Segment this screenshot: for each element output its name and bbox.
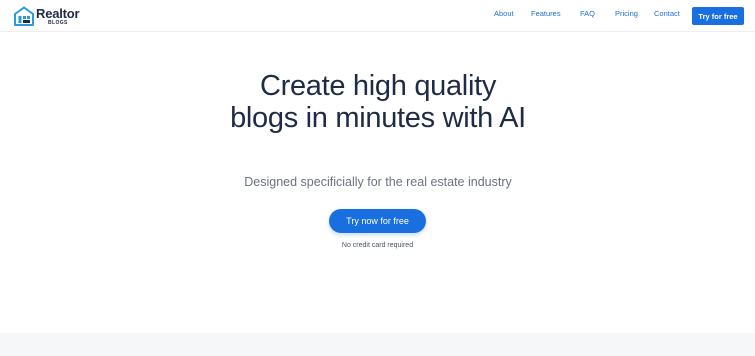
brand-subname: BLOGS: [48, 19, 68, 26]
brand-wordmark: Realtor BLOGS: [36, 5, 80, 26]
try-for-free-button[interactable]: Try for free: [692, 7, 744, 25]
next-section-strip: [0, 333, 755, 356]
try-now-for-free-button[interactable]: Try now for free: [329, 209, 426, 233]
nav-link-faq[interactable]: FAQ: [580, 9, 595, 18]
house-logo-icon: [14, 6, 34, 26]
hero-title: Create high quality blogs in minutes wit…: [230, 70, 526, 134]
nav-link-contact[interactable]: Contact: [654, 9, 680, 18]
no-credit-card-note: No credit card required: [341, 242, 414, 249]
brand-name: Realtor: [36, 5, 80, 21]
hero-subtitle: Designed specificially for the real esta…: [244, 175, 512, 189]
nav-link-pricing[interactable]: Pricing: [615, 9, 638, 18]
nav-link-about[interactable]: About: [494, 9, 514, 18]
top-navbar: Realtor BLOGS About Features FAQ Pricing…: [0, 0, 755, 32]
nav-link-features[interactable]: Features: [531, 9, 561, 18]
brand-logo[interactable]: Realtor BLOGS: [14, 5, 80, 27]
